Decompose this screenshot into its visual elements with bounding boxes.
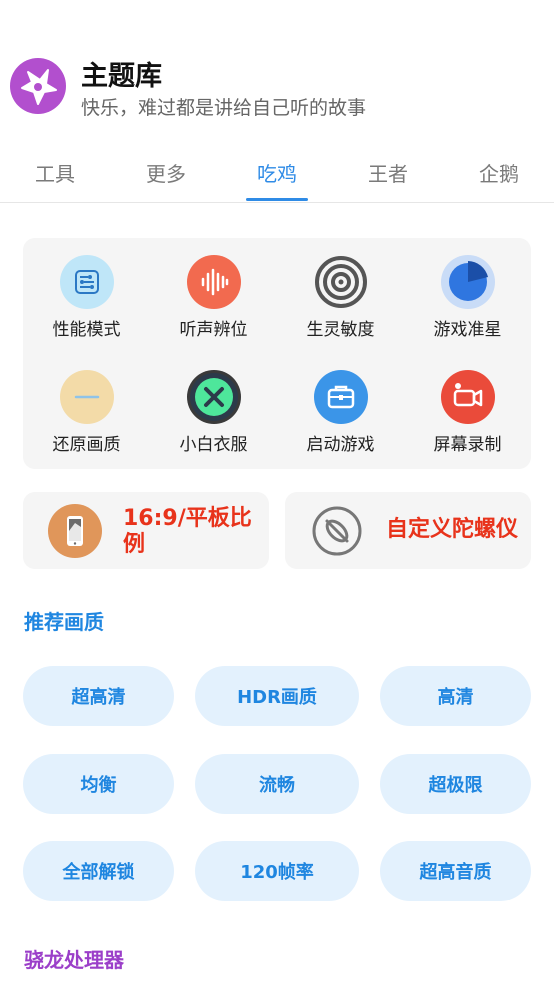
quality-option-hdr[interactable]: HDR画质 [195, 666, 359, 726]
feature-performance-mode[interactable]: 性能模式 [23, 255, 150, 340]
close-circle-icon [186, 370, 241, 424]
tab-bar: 工具 更多 吃鸡 王者 企鹅 [0, 148, 554, 203]
feature-label: 生灵敏度 [306, 320, 375, 340]
quality-option-ultra-audio[interactable]: 超高音质 [380, 841, 531, 901]
tab-pubg[interactable]: 吃鸡 [222, 158, 332, 187]
pie-icon [440, 255, 495, 309]
quality-option-unlock-all[interactable]: 全部解锁 [23, 841, 174, 901]
quality-option-extreme[interactable]: 超极限 [380, 754, 531, 814]
feature-label: 启动游戏 [306, 435, 375, 455]
quality-option-smooth[interactable]: 流畅 [195, 754, 359, 814]
gyroscope-icon [310, 504, 364, 558]
tablet-icon [48, 504, 102, 558]
feature-label: 小白衣服 [179, 435, 248, 455]
feature-crosshair[interactable]: 游戏准星 [404, 255, 531, 340]
active-tab-indicator [246, 198, 308, 201]
app-logo [10, 58, 66, 114]
feature-restore-quality[interactable]: 还原画质 [23, 370, 150, 455]
video-camera-icon [440, 370, 495, 424]
aspect-ratio-label: 16:9/平板比例 [123, 506, 252, 557]
feature-label: 还原画质 [52, 435, 121, 455]
quality-option-hd[interactable]: 高清 [380, 666, 531, 726]
gyroscope-card[interactable]: 自定义陀螺仪 [285, 492, 531, 569]
quality-option-120fps[interactable]: 120帧率 [195, 841, 359, 901]
target-icon [314, 255, 368, 309]
app-title: 主题库 [81, 61, 162, 92]
briefcase-icon [313, 370, 368, 424]
feature-sensitivity[interactable]: 生灵敏度 [277, 255, 404, 340]
header: 主题库 快乐，难过都是讲给自己听的故事 [0, 0, 554, 140]
section-title-snapdragon: 骁龙处理器 [24, 948, 124, 972]
feature-sound-locate[interactable]: 听声辨位 [150, 255, 277, 340]
gyroscope-label: 自定义陀螺仪 [386, 517, 519, 542]
feature-grid: 性能模式 听声辨位 生灵敏度 游戏准星 还原画质 小白衣服 启动游戏 屏幕录制 [23, 238, 531, 469]
sound-wave-icon [186, 255, 241, 309]
quality-option-ultra-hd[interactable]: 超高清 [23, 666, 174, 726]
feature-label: 游戏准星 [433, 320, 502, 340]
aspect-ratio-card[interactable]: 16:9/平板比例 [23, 492, 269, 569]
dash-icon [59, 370, 114, 424]
tab-tools[interactable]: 工具 [0, 158, 110, 187]
feature-screen-record[interactable]: 屏幕录制 [404, 370, 531, 455]
feature-label: 性能模式 [52, 320, 121, 340]
circuit-icon [59, 255, 114, 309]
app-subtitle: 快乐，难过都是讲给自己听的故事 [81, 97, 367, 119]
feature-label: 听声辨位 [179, 320, 248, 340]
tab-more[interactable]: 更多 [111, 158, 221, 187]
feature-label: 屏幕录制 [433, 435, 502, 455]
tab-honor-of-kings[interactable]: 王者 [333, 158, 443, 187]
quality-option-balanced[interactable]: 均衡 [23, 754, 174, 814]
star-doodle-icon [21, 69, 57, 105]
section-title-recommend: 推荐画质 [24, 610, 104, 634]
feature-launch-game[interactable]: 启动游戏 [277, 370, 404, 455]
tab-penguin[interactable]: 企鹅 [444, 158, 554, 187]
feature-plain-outfit[interactable]: 小白衣服 [150, 370, 277, 455]
